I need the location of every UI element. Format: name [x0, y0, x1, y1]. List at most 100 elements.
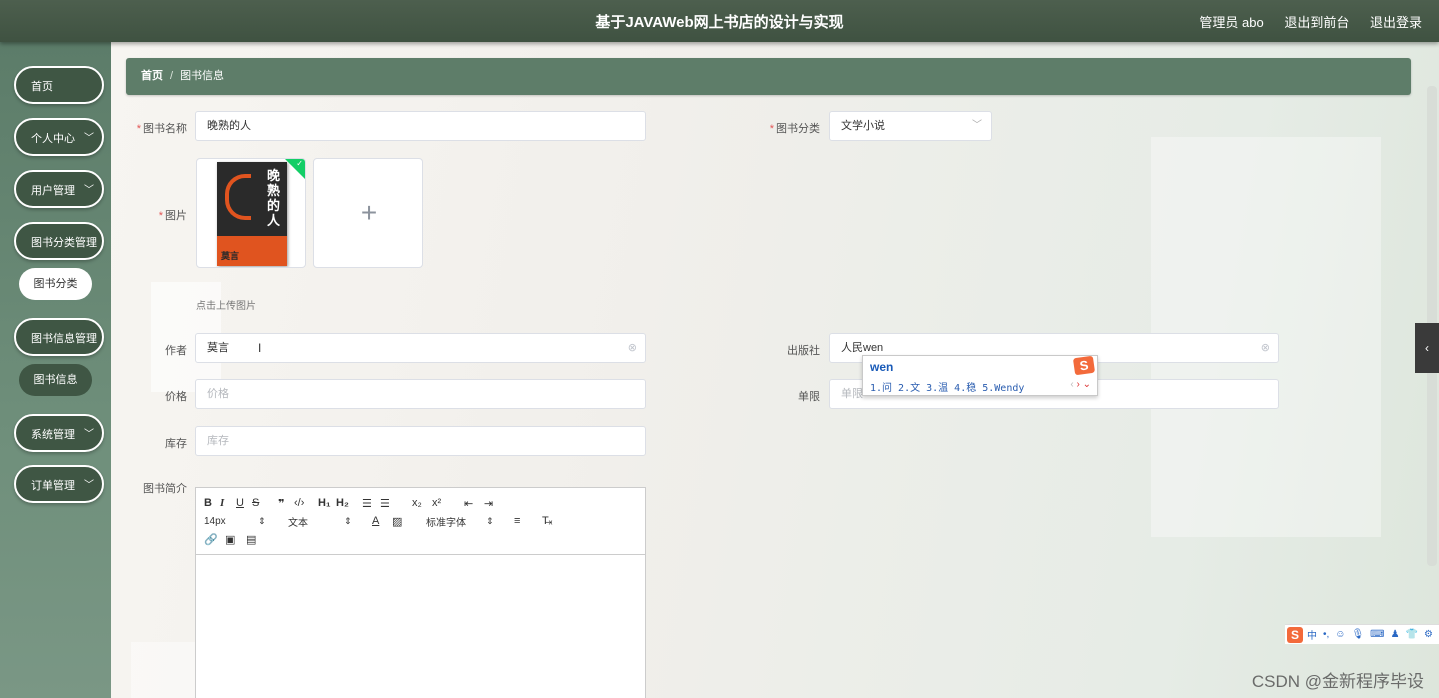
upload-new-image-button[interactable]: + [313, 158, 423, 268]
chevron-updown-icon: ⇕ [344, 515, 352, 526]
font-family-select[interactable]: 标准字体 [426, 514, 486, 529]
sidebar-item-system-management[interactable]: 系统管理 ﹀ [14, 414, 104, 452]
sidebar-item-personal-center[interactable]: 个人中心 ﹀ [14, 118, 104, 156]
bullet-list-icon[interactable]: ☰ [380, 497, 412, 510]
skin-icon[interactable]: 👕 [1406, 629, 1418, 640]
sidebar-item-order-management[interactable]: 订单管理 ﹀ [14, 465, 104, 503]
chevron-down-icon: ﹀ [84, 429, 94, 440]
ordered-list-icon[interactable]: ☰ [362, 497, 380, 510]
ime-candidate-popup: wen S 1.问 2.文 3.温 4.稳 5.Wendy ‹ › ⌄ [862, 355, 1098, 396]
user-menu: 管理员 abo 退出到前台 退出登录 [1199, 12, 1439, 31]
upload-hint-text: 点击上传图片 [196, 301, 256, 312]
sidebar-item-book-category-management[interactable]: 图书分类管理 [14, 222, 104, 260]
required-asterisk: * [769, 123, 774, 135]
code-icon[interactable]: ‹/› [294, 497, 318, 509]
image-label: * 图片 [158, 210, 187, 222]
heading2-icon[interactable]: H₂ [336, 497, 362, 509]
sidebar-subitem-book-category[interactable]: 图书分类 [19, 268, 92, 300]
ime-candidate-list[interactable]: 1.问 2.文 3.温 4.稳 5.Wendy [870, 379, 1024, 394]
underline-icon[interactable]: U [236, 497, 252, 509]
user-icon[interactable]: ♟ [1391, 629, 1400, 640]
italic-icon[interactable]: I [220, 497, 236, 509]
author-value: 莫言 [207, 342, 229, 354]
keyboard-icon[interactable]: ⌨ [1370, 629, 1384, 640]
breadcrumb: 首页 / 图书信息 [126, 58, 1411, 95]
check-icon: ✓ [296, 159, 303, 168]
book-category-label: * 图书分类 [769, 123, 820, 135]
breadcrumb-separator: / [170, 70, 174, 82]
exit-to-front-link[interactable]: 退出到前台 [1284, 15, 1349, 30]
clear-icon[interactable]: ⊗ [1261, 334, 1270, 362]
sidebar-item-label: 个人中心 [31, 133, 75, 145]
chevron-left-icon[interactable]: ‹ [1070, 379, 1073, 390]
settings-icon[interactable]: ⚙ [1424, 629, 1433, 640]
book-name-input[interactable]: 晚熟的人 [195, 111, 646, 141]
quote-icon[interactable]: ❞ [278, 497, 294, 510]
sidebar-item-home[interactable]: 首页 [14, 66, 104, 104]
chevron-updown-icon: ⇕ [258, 515, 266, 526]
chevron-down-icon: ﹀ [84, 133, 94, 144]
book-category-value: 文学小说 [841, 120, 885, 132]
author-input[interactable]: 莫言 ⊗ [195, 333, 646, 363]
superscript-icon[interactable]: x² [432, 497, 464, 509]
sidebar-item-label: 图书分类管理 [31, 237, 97, 249]
collapse-panel-tab[interactable]: ‹ [1415, 323, 1439, 373]
indent-icon[interactable]: ⇥ [484, 497, 500, 510]
rich-text-editor[interactable]: B I U S ❞ ‹/› H₁ H₂ ☰ ☰ x₂ x² ⇤ ⇥ 14px ⇕… [195, 487, 646, 698]
punctuation-icon[interactable]: •, [1323, 629, 1329, 640]
cover-author: 莫言 [221, 251, 240, 261]
price-label: 价格 [165, 391, 187, 403]
block-type-select[interactable]: 文本 [288, 514, 344, 529]
stock-input[interactable]: 库存 [195, 426, 646, 456]
chevron-right-icon[interactable]: › [1076, 379, 1079, 390]
plus-icon: + [360, 197, 378, 228]
font-size-select[interactable]: 14px [204, 516, 258, 527]
microphone-icon[interactable]: 🎙 [1351, 629, 1364, 640]
uploaded-image-card[interactable]: 晚熟的人 莫言 ✓ [196, 158, 306, 268]
clear-format-icon[interactable]: T̶ₓ [542, 515, 558, 527]
admin-user-label: 管理员 abo [1199, 15, 1264, 30]
author-label: 作者 [165, 345, 187, 357]
book-cover-image: 晚熟的人 莫言 [217, 162, 287, 266]
sogou-logo-icon: S [1072, 355, 1096, 376]
link-icon[interactable]: 🔗 [204, 533, 225, 546]
ime-mode-label[interactable]: 中 [1307, 627, 1317, 642]
emoji-icon[interactable]: ☺ [1335, 629, 1345, 640]
chevron-left-icon: ‹ [1425, 341, 1429, 355]
chevron-down-icon[interactable]: ⌄ [1083, 379, 1091, 390]
ime-typed-text: wen [870, 360, 894, 374]
sidebar-subitem-book-info[interactable]: 图书信息 [19, 364, 92, 396]
subscript-icon[interactable]: x₂ [412, 497, 432, 509]
stock-label: 库存 [165, 438, 187, 450]
align-icon[interactable]: ≡ [514, 515, 542, 527]
heading1-icon[interactable]: H₁ [318, 497, 336, 509]
strikethrough-icon[interactable]: S [252, 497, 278, 509]
book-category-select[interactable]: 文学小说 ﹀ [829, 111, 992, 141]
sidebar-item-label: 订单管理 [31, 480, 75, 492]
sidebar-item-book-info-management[interactable]: 图书信息管理 [14, 318, 104, 356]
outdent-icon[interactable]: ⇤ [464, 497, 484, 510]
unit-label: 单限 [798, 391, 820, 403]
sidebar-item-label: 首页 [31, 81, 53, 93]
price-input[interactable]: 价格 [195, 379, 646, 409]
sidebar-item-label: 图书信息管理 [31, 333, 97, 345]
csdn-watermark: CSDN @金新程序毕设 [1251, 672, 1424, 691]
ime-status-bar[interactable]: S 中 •, ☺ 🎙 ⌨ ♟ 👕 ⚙ [1285, 624, 1439, 644]
logout-link[interactable]: 退出登录 [1370, 15, 1422, 30]
ime-page-nav[interactable]: ‹ › ⌄ [1070, 379, 1091, 390]
publisher-value: 人民wen [841, 342, 884, 354]
cover-title: 晚熟的人 [267, 168, 281, 228]
breadcrumb-home[interactable]: 首页 [141, 70, 163, 82]
image-icon[interactable]: ▣ [225, 533, 246, 546]
sidebar-item-label: 用户管理 [31, 185, 75, 197]
background-color-icon[interactable]: ▨ [392, 515, 426, 528]
chevron-down-icon: ﹀ [84, 480, 94, 491]
sidebar-item-user-management[interactable]: 用户管理 ﹀ [14, 170, 104, 208]
clear-icon[interactable]: ⊗ [628, 334, 637, 362]
chevron-updown-icon: ⇕ [486, 515, 494, 526]
chevron-down-icon: ﹀ [972, 120, 982, 131]
cover-graphic [225, 174, 251, 220]
font-color-icon[interactable]: A [372, 515, 392, 527]
bold-icon[interactable]: B [204, 497, 220, 509]
video-icon[interactable]: ▤ [246, 533, 267, 546]
